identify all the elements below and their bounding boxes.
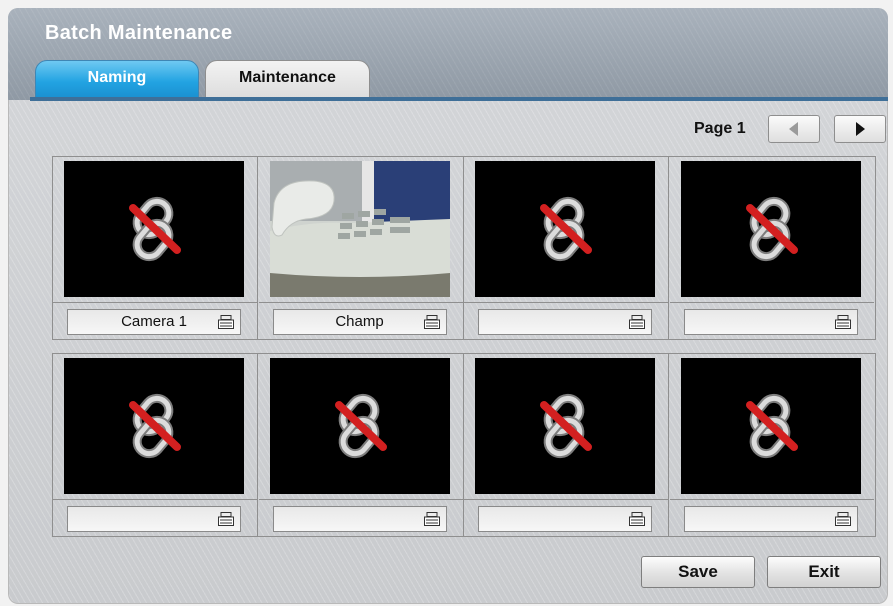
keyboard-icon[interactable] — [629, 512, 645, 526]
camera-grid-row-2 — [52, 353, 876, 537]
camera-name-field[interactable]: Camera 1 — [67, 309, 241, 335]
broken-link-icon — [540, 393, 592, 459]
tab-underline — [30, 97, 888, 101]
camera-name-field[interactable]: Champ — [272, 309, 447, 335]
camera-name-strip — [669, 499, 874, 536]
camera-name-strip — [53, 499, 257, 536]
camera-name-field[interactable] — [683, 506, 858, 532]
broken-link-icon — [745, 196, 798, 262]
camera-name-strip: Champ — [258, 302, 463, 339]
camera-name-text: Camera 1 — [121, 313, 187, 330]
triangle-left-icon — [789, 122, 798, 136]
camera-name-strip — [669, 302, 874, 339]
camera-name-field[interactable] — [478, 506, 652, 532]
tab-naming[interactable]: Naming — [35, 60, 199, 100]
camera-cell: Camera 1 — [53, 157, 258, 339]
camera-preview[interactable] — [680, 358, 861, 494]
page-indicator: Page 1 — [694, 120, 746, 137]
previous-page-button[interactable] — [768, 115, 820, 143]
camera-name-strip: Camera 1 — [53, 302, 257, 339]
camera-name-strip — [464, 499, 668, 536]
camera-grid-row-1: Camera 1 Champ — [52, 156, 876, 340]
exit-button[interactable]: Exit — [767, 556, 881, 588]
broken-link-icon — [745, 393, 798, 459]
camera-cell — [464, 157, 669, 339]
camera-preview[interactable] — [64, 358, 244, 494]
camera-preview[interactable] — [475, 358, 655, 494]
camera-cell — [669, 354, 875, 536]
broken-link-icon — [129, 393, 181, 459]
keyboard-icon[interactable] — [834, 315, 851, 329]
camera-name-text: Champ — [335, 313, 384, 330]
camera-name-strip — [258, 499, 463, 536]
camera-preview[interactable] — [269, 161, 450, 297]
keyboard-icon[interactable] — [423, 512, 440, 526]
camera-preview[interactable] — [64, 161, 244, 297]
triangle-right-icon — [856, 122, 865, 136]
keyboard-icon[interactable] — [218, 512, 234, 526]
camera-preview[interactable] — [475, 161, 655, 297]
camera-cell — [53, 354, 258, 536]
broken-link-icon — [540, 196, 592, 262]
next-page-button[interactable] — [834, 115, 886, 143]
camera-cell: Champ — [258, 157, 464, 339]
camera-name-strip — [464, 302, 668, 339]
camera-name-field[interactable] — [272, 506, 447, 532]
camera-name-field[interactable] — [683, 309, 858, 335]
broken-link-icon — [129, 196, 181, 262]
keyboard-icon[interactable] — [423, 315, 440, 329]
save-button[interactable]: Save — [641, 556, 755, 588]
broken-link-icon — [334, 393, 387, 459]
camera-name-field[interactable] — [478, 309, 652, 335]
phone-video-feed — [269, 161, 450, 297]
keyboard-icon[interactable] — [629, 315, 645, 329]
camera-cell — [258, 354, 464, 536]
camera-cell — [669, 157, 875, 339]
window-title: Batch Maintenance — [45, 22, 233, 44]
camera-cell — [464, 354, 669, 536]
keyboard-icon[interactable] — [834, 512, 851, 526]
camera-preview[interactable] — [680, 161, 861, 297]
camera-preview[interactable] — [269, 358, 450, 494]
keyboard-icon[interactable] — [218, 315, 234, 329]
tab-maintenance[interactable]: Maintenance — [205, 60, 370, 100]
batch-maintenance-window: Batch Maintenance Naming Maintenance Pag… — [8, 8, 888, 604]
camera-name-field[interactable] — [67, 506, 241, 532]
